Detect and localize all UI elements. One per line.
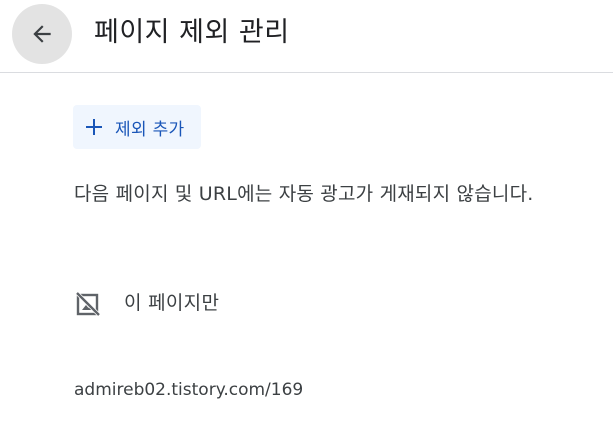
add-exclusion-button[interactable]: 제외 추가 <box>73 105 201 149</box>
hide-image-icon <box>75 291 101 317</box>
page-exclusion-screen: 페이지 제외 관리 제외 추가 다음 페이지 및 URL에는 자동 광고가 게재… <box>0 0 613 444</box>
plus-icon <box>85 118 103 136</box>
exclusion-scope-label: 이 페이지만 <box>124 292 220 314</box>
page-title: 페이지 제외 관리 <box>94 17 290 48</box>
back-button[interactable] <box>12 4 72 64</box>
arrow-left-icon <box>33 25 51 43</box>
app-header: 페이지 제외 관리 <box>0 0 613 73</box>
exclusion-url: admireb02.tistory.com/169 <box>74 380 304 400</box>
add-exclusion-label: 제외 추가 <box>115 119 185 140</box>
exclusion-description: 다음 페이지 및 URL에는 자동 광고가 게재되지 않습니다. <box>74 183 534 205</box>
